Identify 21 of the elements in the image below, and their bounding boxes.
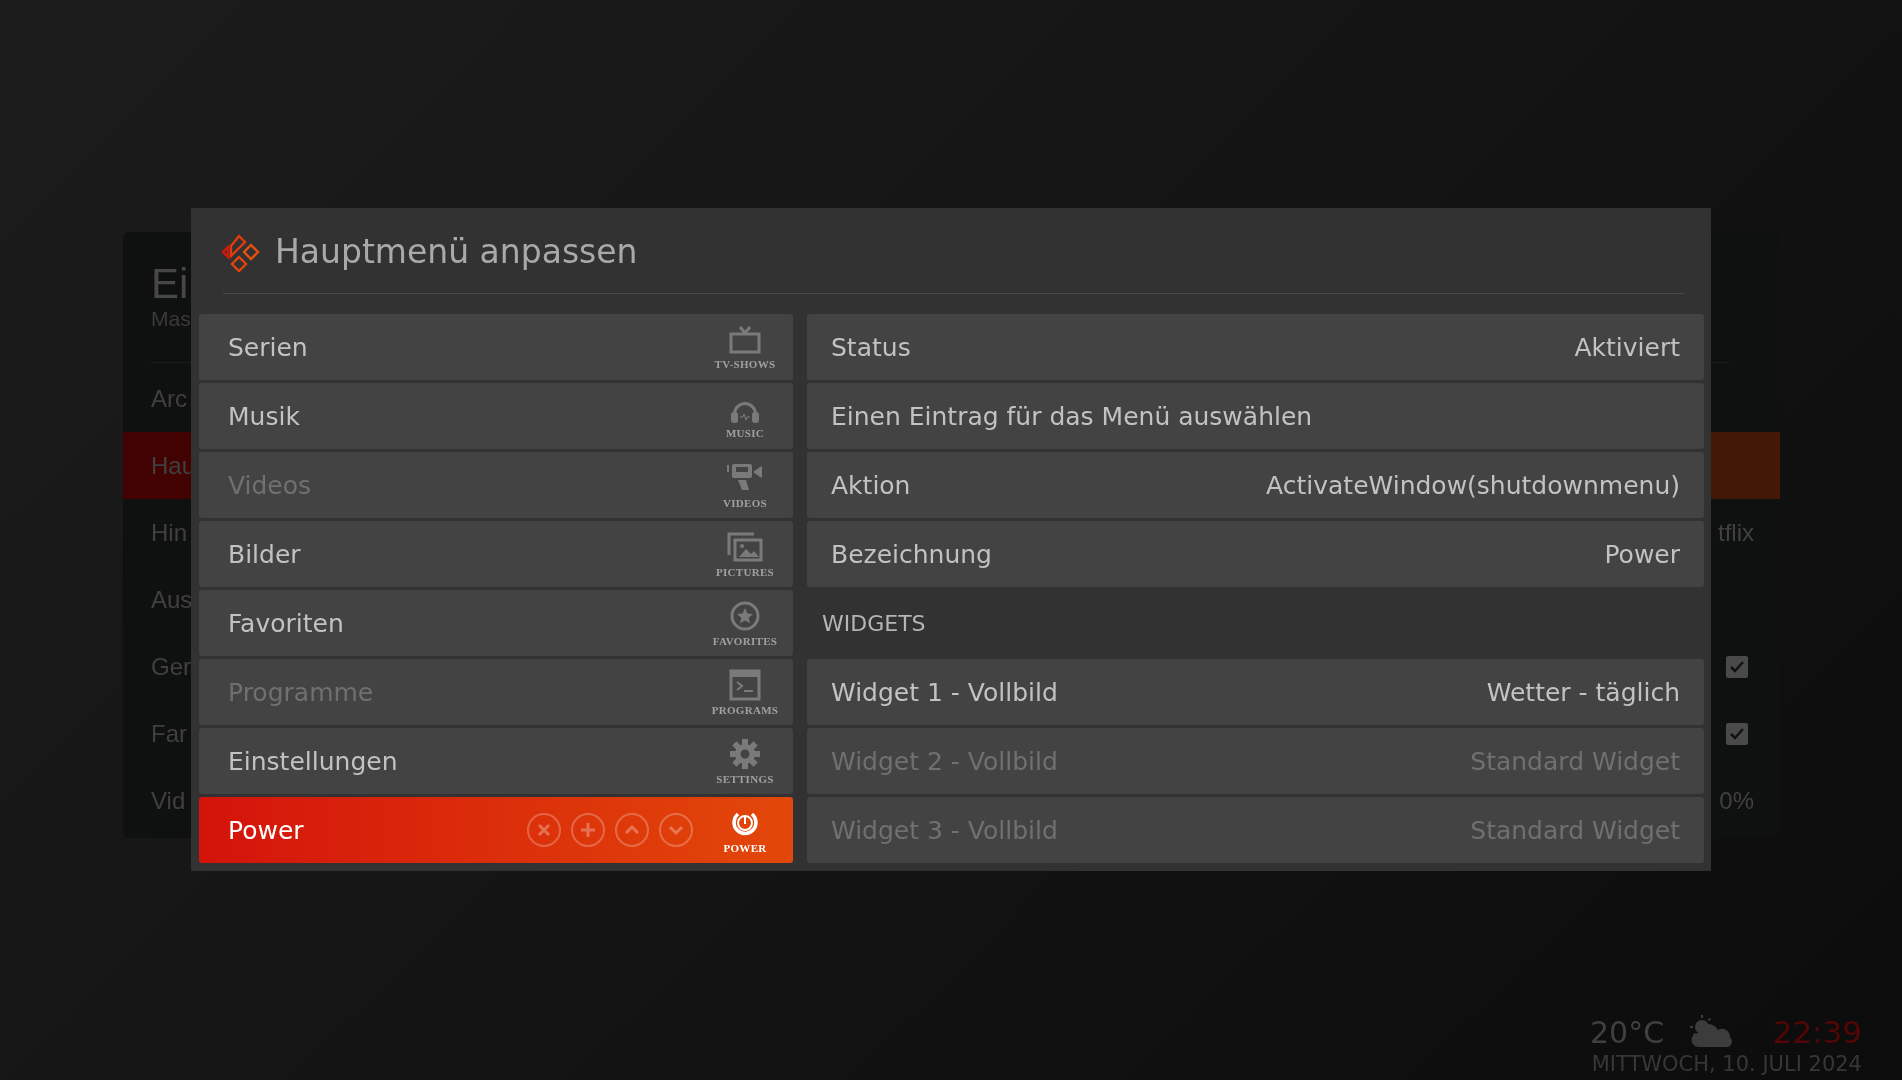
section-heading: WIDGETS (822, 610, 926, 636)
icon-caption: MUSIC (725, 426, 765, 439)
icon-caption: VIDEOS (723, 496, 767, 509)
icon-caption: PROGRAMS (711, 703, 779, 716)
setting-label: Bezeichnung (831, 539, 992, 569)
setting-value: Power (1604, 539, 1680, 569)
setting-value: Wetter - täglich (1486, 677, 1680, 707)
setting-label: Aktion (831, 470, 911, 500)
setting-value: Aktiviert (1574, 332, 1680, 362)
panel-title: Ei (150, 262, 190, 306)
dialog-title: Hauptmenü anpassen (275, 232, 638, 271)
icon-caption: FAVORITES (712, 634, 778, 647)
icon-caption: TV-SHOWS (714, 357, 776, 370)
setting-label: Status (831, 332, 911, 362)
icon-caption: PICTURES (716, 565, 774, 578)
setting-label: Widget 1 - Vollbild (831, 677, 1058, 707)
icon-caption: SETTINGS (716, 772, 774, 785)
clock-time: 22:39 (1772, 1014, 1862, 1050)
setting-value: ActivateWindow(shutdownmenu) (1266, 470, 1680, 500)
icon-caption: POWER (723, 841, 767, 854)
setting-label: Einen Eintrag für das Menü auswählen (831, 401, 1313, 431)
